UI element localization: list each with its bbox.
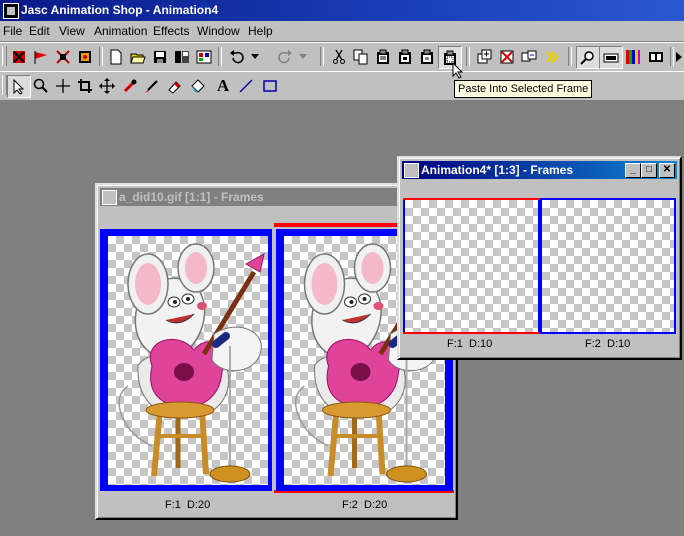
menu-edit[interactable]: Edit xyxy=(29,24,50,38)
toolbar-separator xyxy=(99,47,103,66)
zoom-icon[interactable] xyxy=(576,46,600,69)
dropper-tool-icon[interactable] xyxy=(119,75,141,96)
did10-frame-1[interactable] xyxy=(100,229,272,491)
menu-help[interactable]: Help xyxy=(248,24,273,38)
menu-effects[interactable]: Effects xyxy=(153,24,189,38)
cut-icon[interactable] xyxy=(328,46,350,67)
minimize-button[interactable]: _ xyxy=(625,163,641,178)
animation-wizard-icon[interactable] xyxy=(8,46,30,67)
copy-icon[interactable] xyxy=(350,46,372,67)
optimization-wizard-icon[interactable] xyxy=(52,46,74,67)
browse-icon[interactable] xyxy=(193,46,215,67)
paste-as-new-frame-icon[interactable] xyxy=(394,46,416,67)
menu-animation[interactable]: Animation xyxy=(94,24,147,38)
open-file-icon[interactable] xyxy=(127,46,149,67)
color-palette-icon[interactable] xyxy=(622,46,644,67)
did10-frame-1-label: F:1 D:20 xyxy=(165,499,211,511)
maximize-button[interactable]: □ xyxy=(641,163,657,178)
crosshair-tool-icon[interactable] xyxy=(52,75,74,96)
did10-window-title: a_did10.gif [1:1] - Frames xyxy=(119,190,264,204)
undo-dropdown-icon[interactable] xyxy=(248,46,262,67)
toolbar-overflow-icon[interactable] xyxy=(674,46,684,67)
redo-dropdown-icon[interactable] xyxy=(296,46,310,67)
close-button[interactable]: ✕ xyxy=(659,163,675,178)
document-icon[interactable] xyxy=(102,190,117,205)
animation4-frame-strip xyxy=(403,198,676,335)
toolbar-separator xyxy=(466,47,470,66)
menu-window[interactable]: Window xyxy=(197,24,240,38)
mouse-pointer-icon xyxy=(452,62,464,79)
save-as-icon[interactable] xyxy=(171,46,193,67)
animation4-frame-1-label: F:1 D:10 xyxy=(447,338,493,350)
film-strip-icon[interactable] xyxy=(645,46,667,67)
zoom-tool-icon[interactable] xyxy=(30,75,52,96)
app-title: Jasc Animation Shop - Animation4 xyxy=(21,3,219,17)
toolbar-separator xyxy=(320,47,324,66)
animation4-frame-1[interactable] xyxy=(403,198,540,334)
arrow-tool-icon[interactable] xyxy=(7,75,31,98)
view-animation-icon[interactable] xyxy=(542,46,564,67)
frame-marker-bottom xyxy=(403,332,540,334)
paintbrush-tool-icon[interactable] xyxy=(141,75,163,96)
toolbar-grip[interactable] xyxy=(2,46,7,66)
menu-view[interactable]: View xyxy=(59,24,85,38)
frame-properties-icon[interactable] xyxy=(518,46,540,67)
animation4-frame-2[interactable] xyxy=(540,198,676,334)
animation4-frames-window[interactable]: Animation4* [1:3] - Frames _ □ ✕ F:1 D:1… xyxy=(397,156,682,360)
move-tool-icon[interactable] xyxy=(96,75,118,96)
document-icon[interactable] xyxy=(404,163,419,178)
animation4-frame-1-canvas xyxy=(405,200,538,332)
save-icon[interactable] xyxy=(149,46,171,67)
animation4-frame-2-label: F:2 D:10 xyxy=(585,338,631,350)
eraser-tool-icon[interactable] xyxy=(163,75,185,96)
tooltip: Paste Into Selected Frame xyxy=(454,80,593,98)
insert-frames-icon[interactable] xyxy=(474,46,496,67)
did10-frame-1-canvas xyxy=(108,236,268,485)
paste-as-new-animation-icon[interactable] xyxy=(372,46,394,67)
delete-frames-icon[interactable] xyxy=(496,46,518,67)
main-toolbar xyxy=(0,42,684,72)
banner-wizard-icon[interactable] xyxy=(30,46,52,67)
frame-counter-icon[interactable] xyxy=(599,46,623,69)
toolbar-separator xyxy=(218,47,222,66)
animation4-window-title-bar[interactable]: Animation4* [1:3] - Frames _ □ ✕ xyxy=(402,161,677,179)
undo-icon[interactable] xyxy=(226,46,248,67)
redo-icon[interactable] xyxy=(274,46,296,67)
sound-wizard-icon[interactable] xyxy=(74,46,96,67)
menu-file[interactable]: File xyxy=(3,24,22,38)
new-file-icon[interactable] xyxy=(105,46,127,67)
menu-bar: File Edit View Animation Effects Window … xyxy=(0,21,684,42)
crop-tool-icon[interactable] xyxy=(74,75,96,96)
did10-frame-2-label: F:2 D:20 xyxy=(342,499,388,511)
app-title-bar: Jasc Animation Shop - Animation4 xyxy=(0,0,684,21)
line-tool-icon[interactable] xyxy=(235,75,257,96)
fill-tool-icon[interactable] xyxy=(188,75,210,96)
toolbar-separator xyxy=(568,47,572,66)
animation4-window-title: Animation4* [1:3] - Frames xyxy=(421,163,574,177)
text-tool-icon[interactable]: A xyxy=(212,75,234,96)
rectangle-tool-icon[interactable] xyxy=(259,75,281,96)
app-icon[interactable] xyxy=(3,3,19,19)
paste-into-frame-icon[interactable] xyxy=(416,46,438,67)
animation4-frame-2-canvas xyxy=(542,200,674,332)
mouse-guitar-image xyxy=(118,243,265,483)
